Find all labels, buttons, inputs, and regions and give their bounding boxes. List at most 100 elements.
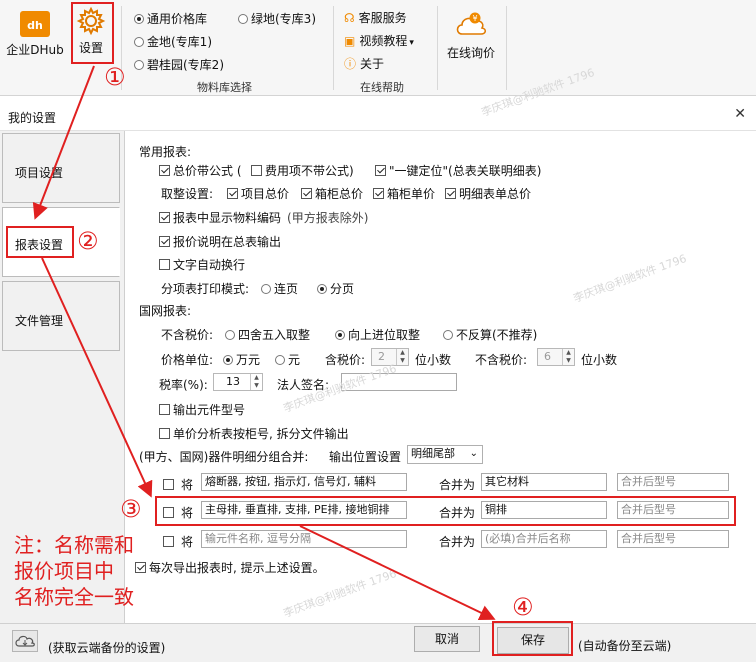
cloud-icon <box>15 635 35 647</box>
merge-row-3-target-input[interactable]: (必填)合并后名称 <box>481 530 607 548</box>
chevron-down-icon: ▾ <box>409 38 414 48</box>
one-key-locate-checkbox[interactable]: "一键定位"(总表关联明细表) <box>375 162 541 179</box>
chevron-down-icon: ⌄ <box>469 448 478 459</box>
video-icon: ▣ <box>344 34 356 48</box>
radio-button <box>335 330 345 340</box>
rounding-label: 取整设置: <box>161 187 214 201</box>
unit-option-wan[interactable]: 万元 <box>223 351 260 368</box>
radio-button <box>134 60 144 70</box>
radio-button <box>275 355 285 365</box>
radio-button <box>134 37 144 47</box>
tax-rate-label: 税率(%): <box>159 378 208 392</box>
headset-icon: ☊ <box>344 11 355 25</box>
library-option-lvdi[interactable]: 绿地(专库3) <box>238 10 316 27</box>
info-icon: ⓘ <box>344 57 357 71</box>
output-position-label: 输出位置设置 <box>329 450 402 464</box>
merge-row-1-target-input[interactable]: 其它材料 <box>481 473 607 491</box>
merge-group-label: (甲方、国网)器件明细分组合并: <box>139 450 309 464</box>
video-tutorial-item[interactable]: ▣ 视频教程 ▾ <box>344 32 414 49</box>
round-project-total-checkbox[interactable]: 项目总价 <box>227 185 289 202</box>
price-unit-label: 价格单位: <box>161 353 214 367</box>
ribbon-separator <box>333 6 334 90</box>
tax-excl-option-ceil[interactable]: 向上进位取整 <box>335 326 420 343</box>
checkbox <box>159 404 170 415</box>
text-wrap-checkbox[interactable]: 文字自动换行 <box>159 256 245 273</box>
merge-row-1-model-input[interactable]: 合并后型号 <box>617 473 729 491</box>
checkbox <box>375 165 386 176</box>
customer-service-item[interactable]: ☊ 客服服务 <box>344 9 407 26</box>
decimal-suffix-2: 位小数 <box>581 353 618 367</box>
enterprise-dhub-label: 企业DHub <box>6 43 64 57</box>
checkbox <box>159 212 170 223</box>
round-cabinet-unit-checkbox[interactable]: 箱柜单价 <box>373 185 435 202</box>
library-option-jindi[interactable]: 金地(专库1) <box>134 33 212 50</box>
cloud-download-button[interactable] <box>12 630 38 652</box>
spinner-arrows-icon[interactable]: ▲ ▼ <box>396 349 408 365</box>
svg-text:dh: dh <box>27 19 43 32</box>
online-price-button[interactable]: ¥ 在线询价 <box>442 8 500 64</box>
print-mode-label: 分项表打印模式: <box>161 282 250 296</box>
library-group-label: 物料库选择 <box>197 81 252 94</box>
print-option-continuous[interactable]: 连页 <box>261 280 298 297</box>
about-item[interactable]: ⓘ 关于 <box>344 55 384 72</box>
checkbox <box>251 165 262 176</box>
sidebar-item-file-management[interactable]: 文件管理 <box>2 281 120 351</box>
merge-row-3-names-input[interactable]: 输元件名称, 逗号分隔 <box>201 530 407 548</box>
total-formula-checkbox[interactable]: 总价带公式 ( <box>159 162 242 179</box>
annotation-number-3: ③ <box>120 495 142 523</box>
radio-button <box>223 355 233 365</box>
close-icon[interactable]: ✕ <box>734 106 746 122</box>
checkbox <box>135 562 146 573</box>
tax-excl-option-round[interactable]: 四舍五入取整 <box>225 326 310 343</box>
spinner-arrows-icon[interactable]: ▲ ▼ <box>250 374 262 390</box>
merge-row-1-names-input[interactable]: 熔断器, 按钮, 指示灯, 信号灯, 辅料 <box>201 473 407 491</box>
radio-button <box>443 330 453 340</box>
radio-button <box>261 284 271 294</box>
checkbox <box>373 188 384 199</box>
output-component-model-checkbox[interactable]: 输出元件型号 <box>159 401 245 418</box>
export-prompt-checkbox[interactable]: 每次导出报表时, 提示上述设置。 <box>135 559 325 576</box>
unit-option-yuan[interactable]: 元 <box>275 351 300 368</box>
cloud-price-icon: ¥ <box>456 12 487 35</box>
tax-excl-label: 不含税价: <box>161 328 214 342</box>
print-option-paged[interactable]: 分页 <box>317 280 354 297</box>
online-price-label: 在线询价 <box>446 46 495 60</box>
highlight-report-settings <box>6 226 74 258</box>
help-group-label: 在线帮助 <box>360 81 404 94</box>
enterprise-dhub-button[interactable]: dh 企业DHub <box>4 6 66 66</box>
tax-rate-stepper[interactable]: 13 ▲ ▼ <box>213 373 263 391</box>
checkbox <box>159 165 170 176</box>
merge-row-1-join-label: 合并为 <box>439 478 476 492</box>
sidebar-item-project-settings[interactable]: 项目设置 <box>2 133 120 203</box>
radio-button <box>225 330 235 340</box>
round-cabinet-total-checkbox[interactable]: 箱柜总价 <box>301 185 363 202</box>
checkbox <box>159 236 170 247</box>
highlight-settings <box>71 2 114 64</box>
ribbon-separator <box>506 6 507 90</box>
annotation-note: 注：名称需和 报价项目中 名称完全一致 <box>14 533 134 609</box>
checkbox <box>301 188 312 199</box>
output-position-select[interactable]: 明细尾部 ⌄ <box>407 445 483 464</box>
report-settings-panel: 常用报表: 总价带公式 ( 费用项不带公式) "一键定位"(总表关联明细表) 取… <box>125 131 756 623</box>
unit-price-split-checkbox[interactable]: 单价分析表按柜号, 拆分文件输出 <box>159 425 349 442</box>
merge-row-1-checkbox[interactable]: 将 <box>163 476 193 493</box>
annotation-number-2: ② <box>77 227 99 255</box>
checkbox <box>159 428 170 439</box>
tax-excl-option-none[interactable]: 不反算(不推荐) <box>443 326 537 343</box>
spinner-arrows-icon[interactable]: ▲ ▼ <box>562 349 574 365</box>
merge-row-3-model-input[interactable]: 合并后型号 <box>617 530 729 548</box>
library-option-biguiyuan[interactable]: 碧桂园(专库2) <box>134 56 224 73</box>
show-material-code-checkbox[interactable]: 报表中显示物料编码 (甲方报表除外) <box>159 209 368 226</box>
fee-no-formula-checkbox[interactable]: 费用项不带公式) <box>251 162 354 179</box>
annotation-number-4: ④ <box>512 593 534 621</box>
decimal-suffix-1: 位小数 <box>415 353 452 367</box>
cancel-button[interactable]: 取消 <box>414 626 480 652</box>
price-desc-total-checkbox[interactable]: 报价说明在总表输出 <box>159 233 281 250</box>
round-detail-total-checkbox[interactable]: 明细表单总价 <box>445 185 531 202</box>
dialog-title: 我的设置 <box>8 111 57 125</box>
merge-row-3-checkbox[interactable]: 将 <box>163 533 193 550</box>
tax-excl-digits-stepper[interactable]: 6 ▲ ▼ <box>537 348 575 366</box>
merge-row-3-join-label: 合并为 <box>439 535 476 549</box>
highlight-merge-row-2 <box>155 496 736 526</box>
library-option-general[interactable]: 通用价格库 <box>134 10 207 27</box>
